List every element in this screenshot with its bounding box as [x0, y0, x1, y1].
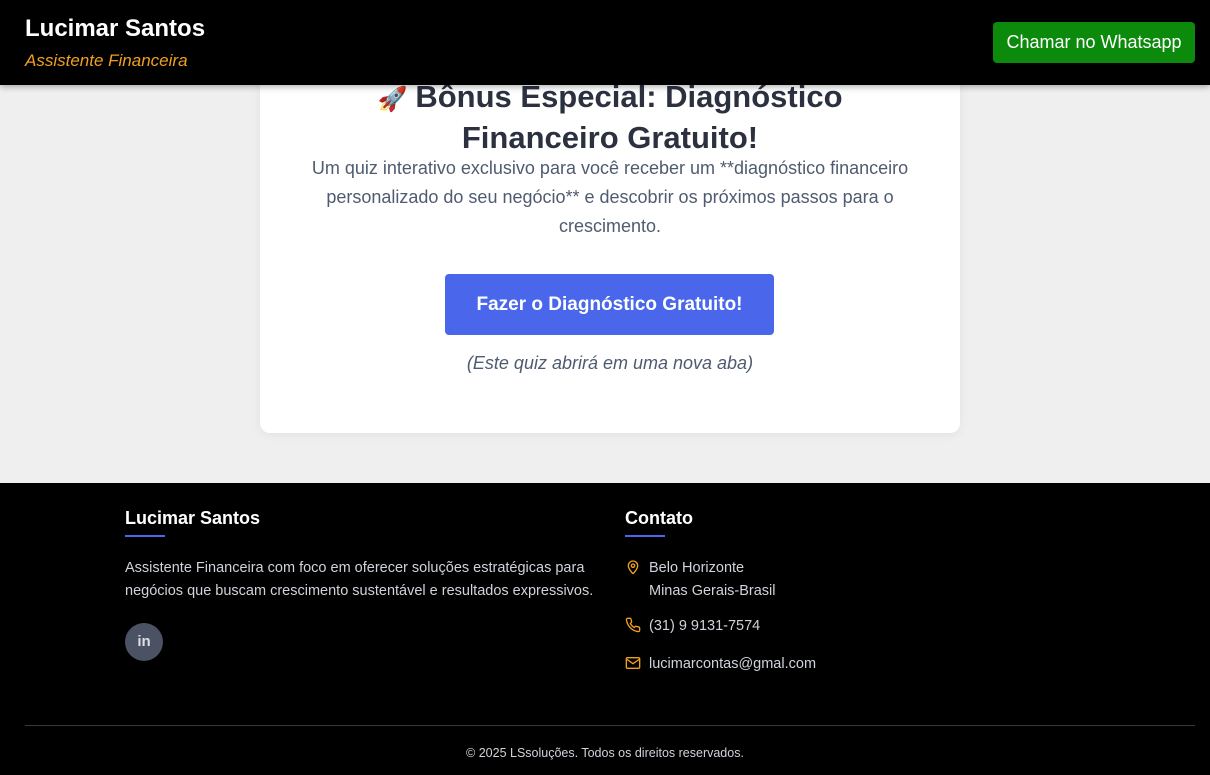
footer-divider [25, 725, 1195, 726]
linkedin-icon[interactable]: in [125, 623, 163, 661]
footer-about-underline [125, 535, 165, 537]
card-title: 🚀 Bônus Especial: Diagnóstico Financeiro … [260, 78, 960, 157]
site-header: Lucimar Santos Assistente Financeira Cha… [0, 0, 1210, 85]
site-footer: Lucimar Santos Assistente Financeira com… [0, 483, 1210, 775]
mail-icon [625, 657, 641, 669]
rocket-icon: 🚀 [377, 86, 408, 113]
diagnostic-card: 🚀 Bônus Especial: Diagnóstico Financeiro … [260, 40, 960, 433]
phone-number[interactable]: (31) 9 9131-7574 [649, 615, 760, 638]
map-pin-icon [627, 560, 639, 575]
start-diagnostic-button[interactable]: Fazer o Diagnóstico Gratuito! [445, 274, 774, 335]
footer-about-text: Assistente Financeira com foco em oferec… [125, 560, 594, 599]
footer-contact-title: Contato [625, 508, 693, 528]
whatsapp-button[interactable]: Chamar no Whatsapp [993, 22, 1195, 63]
brand-name[interactable]: Lucimar Santos [25, 15, 205, 43]
location-city: Belo Horizonte [649, 560, 745, 576]
email-address[interactable]: lucimarcontas@gmal.com [649, 653, 816, 676]
location-state: Minas Gerais-Brasil [649, 583, 776, 599]
copyright-text: © 2025 LSsoluções. Todos os direitos res… [466, 746, 744, 760]
card-description: Um quiz interativo exclusivo para você r… [311, 158, 909, 236]
footer-contact-underline [625, 535, 665, 537]
new-tab-note: (Este quiz abrirá em uma nova aba) [466, 353, 754, 373]
card-title-line2: Financeiro Gratuito! [461, 120, 759, 155]
brand-subtitle: Assistente Financeira [25, 51, 188, 70]
phone-icon [625, 617, 641, 633]
footer-about-title: Lucimar Santos [125, 508, 261, 528]
